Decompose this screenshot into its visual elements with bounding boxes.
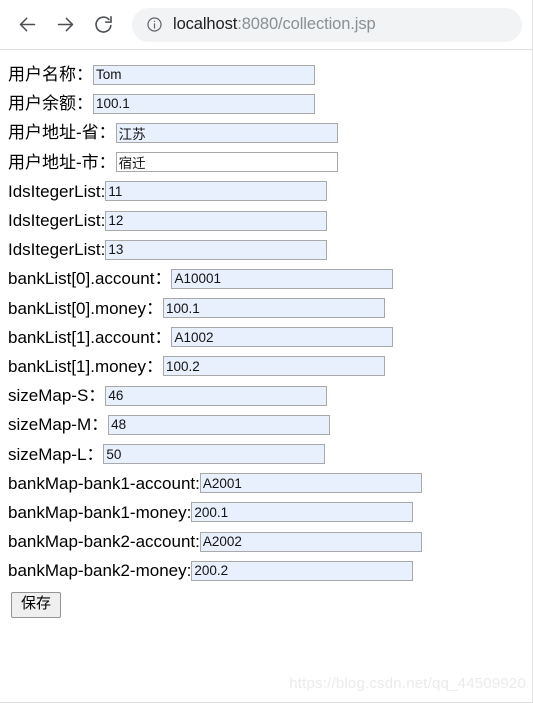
form-row: 用户名称： xyxy=(8,60,532,89)
form-row-input[interactable] xyxy=(103,444,326,465)
form-row: sizeMap-S： xyxy=(8,381,532,410)
form-row: 用户地址-省： xyxy=(8,118,532,147)
form-row-label: bankList[1].account： xyxy=(8,327,172,347)
page-content: 用户名称： 用户余额： 用户地址-省： 用户地址-市： IdsItegerList: Id… xyxy=(0,50,532,702)
address-bar[interactable]: localhost:8080/collection.jsp xyxy=(132,7,522,42)
form-row-label: 用户地址-省： xyxy=(8,123,116,143)
forward-button[interactable] xyxy=(50,10,80,40)
form-row-input[interactable] xyxy=(171,268,394,289)
collection-form: 用户名称： 用户余额： 用户地址-省： 用户地址-市： IdsItegerList: Id… xyxy=(8,60,532,585)
form-row: IdsItegerList: xyxy=(8,177,532,206)
form-row-label: 用户名称： xyxy=(8,65,93,85)
form-row-label: IdsItegerList: xyxy=(8,240,106,260)
form-row: sizeMap-L： xyxy=(8,439,532,468)
form-row: 用户余额： xyxy=(8,89,532,118)
form-row: bankMap-bank2-money: xyxy=(8,556,532,585)
form-row-input[interactable] xyxy=(108,414,331,435)
form-row-input[interactable] xyxy=(199,531,422,552)
form-row-label: sizeMap-S： xyxy=(8,386,106,406)
form-row-label: 用户地址-市： xyxy=(8,152,116,172)
reload-icon xyxy=(93,14,114,35)
form-row: bankMap-bank2-account: xyxy=(8,527,532,556)
form-row-input[interactable] xyxy=(171,327,394,348)
info-circle-icon[interactable] xyxy=(146,16,163,33)
form-row-label: 用户余额： xyxy=(8,94,93,114)
arrow-right-icon xyxy=(55,14,76,35)
form-row-label: bankMap-bank2-account: xyxy=(8,532,200,552)
form-row-label: bankList[1].money： xyxy=(8,356,163,376)
form-row-label: IdsItegerList: xyxy=(8,181,106,201)
form-row: IdsItegerList: xyxy=(8,235,532,264)
url-host: localhost xyxy=(173,15,238,33)
save-button[interactable]: 保存 xyxy=(11,592,62,618)
watermark: https://blog.csdn.net/qq_44509920 xyxy=(289,675,526,692)
form-row-label: sizeMap-M： xyxy=(8,415,109,435)
form-row: sizeMap-M： xyxy=(8,410,532,439)
form-row-input[interactable] xyxy=(93,64,315,85)
form-row-label: bankMap-bank2-money: xyxy=(8,561,192,581)
form-row-input[interactable] xyxy=(115,122,338,143)
form-row-label: bankList[0].money： xyxy=(8,298,163,318)
form-row: bankMap-bank1-money: xyxy=(8,498,532,527)
form-row-label: IdsItegerList: xyxy=(8,211,106,231)
url-path: :8080/collection.jsp xyxy=(237,15,376,33)
form-row-input[interactable] xyxy=(105,181,328,202)
browser-toolbar: localhost:8080/collection.jsp xyxy=(0,0,532,50)
form-row: bankList[0].account： xyxy=(8,264,532,293)
form-row: 用户地址-市： xyxy=(8,148,532,177)
form-row-input[interactable] xyxy=(162,356,385,377)
form-row: IdsItegerList: xyxy=(8,206,532,235)
form-row-input[interactable] xyxy=(115,152,338,173)
browser-window: localhost:8080/collection.jsp 用户名称： 用户余额：… xyxy=(0,0,533,703)
form-row-label: bankMap-bank1-money: xyxy=(8,502,192,522)
arrow-left-icon xyxy=(17,14,38,35)
address-bar-url: localhost:8080/collection.jsp xyxy=(173,15,376,34)
form-row-label: bankList[0].account： xyxy=(8,269,172,289)
form-row: bankList[1].money： xyxy=(8,352,532,381)
back-button[interactable] xyxy=(12,10,42,40)
form-row-input[interactable] xyxy=(191,560,414,581)
form-row-input[interactable] xyxy=(105,210,328,231)
form-row-input[interactable] xyxy=(93,93,315,114)
form-row: bankList[0].money： xyxy=(8,294,532,323)
form-row-input[interactable] xyxy=(105,385,328,406)
form-row: bankMap-bank1-account: xyxy=(8,469,532,498)
save-row: 保存 xyxy=(8,592,532,618)
form-row-input[interactable] xyxy=(162,298,385,319)
form-row-input[interactable] xyxy=(105,239,328,260)
reload-button[interactable] xyxy=(88,10,118,40)
form-row-label: bankMap-bank1-account: xyxy=(8,473,200,493)
form-row-label: sizeMap-L： xyxy=(8,444,104,464)
form-row-input[interactable] xyxy=(191,502,414,523)
form-row-input[interactable] xyxy=(199,473,422,494)
form-row: bankList[1].account： xyxy=(8,323,532,352)
